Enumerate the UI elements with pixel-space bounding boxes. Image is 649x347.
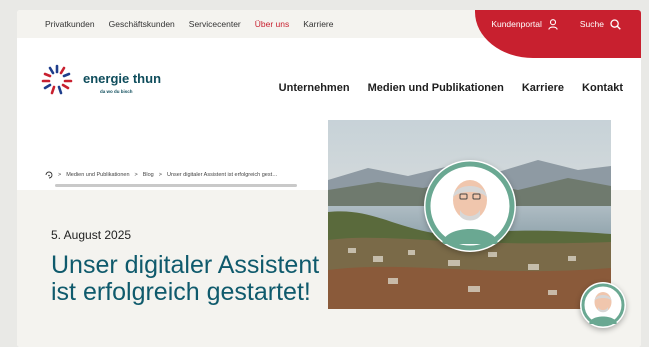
- breadcrumb-separator: >: [58, 172, 62, 178]
- customer-portal-label: Kundenportal: [491, 19, 542, 29]
- energie-thun-logo[interactable]: energie thun da wo du bisch: [37, 60, 187, 104]
- search-link[interactable]: Suche: [579, 18, 621, 30]
- assistant-avatar-icon: [425, 161, 515, 251]
- article-title: Unser digitaler Assistent ist erfolgreic…: [51, 251, 320, 306]
- top-nav-karriere[interactable]: Karriere: [303, 19, 333, 29]
- top-links: Kundenportal Suche: [491, 10, 621, 38]
- browser-page: Privatkunden Geschäftskunden Servicecent…: [17, 10, 641, 347]
- chat-assistant-button[interactable]: [580, 282, 626, 328]
- logo-tagline: da wo du bisch: [100, 89, 133, 94]
- breadcrumb-item-blog[interactable]: Blog: [143, 172, 154, 178]
- breadcrumb-scrollbar[interactable]: [55, 184, 297, 187]
- article-date: 5. August 2025: [51, 228, 132, 242]
- home-icon[interactable]: [45, 171, 53, 179]
- assistant-avatar: [424, 160, 516, 252]
- search-icon: [610, 18, 621, 30]
- user-icon: [548, 18, 558, 30]
- search-label: Suche: [579, 19, 604, 29]
- breadcrumb-separator: >: [158, 172, 162, 178]
- main-nav-medien[interactable]: Medien und Publikationen: [368, 82, 504, 94]
- top-bar: Privatkunden Geschäftskunden Servicecent…: [17, 10, 641, 58]
- top-nav-geschaeftskunden[interactable]: Geschäftskunden: [109, 19, 175, 29]
- breadcrumb-item-current: Unser digitaler Assistent ist erfolgreic…: [166, 172, 278, 178]
- main-navigation: Unternehmen Medien und Publikationen Kar…: [279, 82, 623, 94]
- top-nav-ueber-uns[interactable]: Über uns: [255, 19, 290, 29]
- breadcrumb: > Medien und Publikationen > Blog > Unse…: [45, 171, 278, 179]
- top-nav-privatkunden[interactable]: Privatkunden: [45, 19, 95, 29]
- top-nav-servicecenter[interactable]: Servicecenter: [189, 19, 241, 29]
- top-navigation: Privatkunden Geschäftskunden Servicecent…: [45, 10, 333, 38]
- breadcrumb-item-medien[interactable]: Medien und Publikationen: [66, 172, 129, 178]
- main-nav-kontakt[interactable]: Kontakt: [582, 82, 623, 94]
- breadcrumb-separator: >: [134, 172, 138, 178]
- customer-portal-link[interactable]: Kundenportal: [491, 18, 558, 30]
- main-nav-unternehmen[interactable]: Unternehmen: [279, 82, 350, 94]
- logo-name: energie thun: [83, 71, 162, 86]
- logo-sunburst-icon: [41, 64, 73, 95]
- main-nav-karriere[interactable]: Karriere: [522, 82, 564, 94]
- chat-assistant-icon: [581, 283, 625, 327]
